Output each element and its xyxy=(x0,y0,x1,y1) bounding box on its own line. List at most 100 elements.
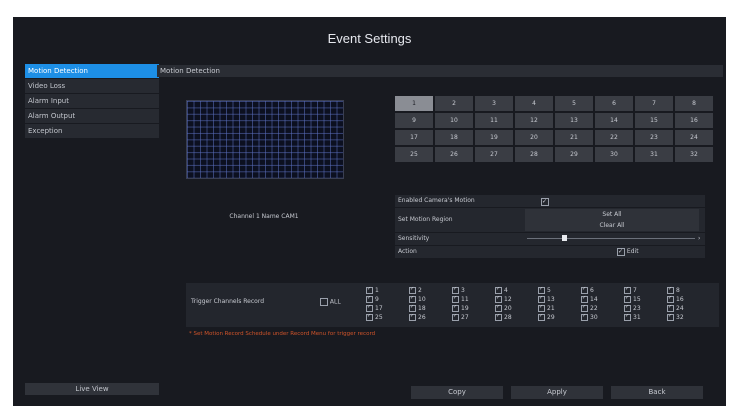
channel-button-19[interactable]: 19 xyxy=(475,130,513,145)
trigger-channel-10[interactable]: 10 xyxy=(409,294,452,304)
action-checkbox[interactable] xyxy=(617,246,625,258)
channel-button-25[interactable]: 25 xyxy=(395,147,433,162)
trigger-channel-checkbox[interactable] xyxy=(452,294,459,303)
channel-button-32[interactable]: 32 xyxy=(675,147,713,162)
sidebar-item-motion-detection[interactable]: Motion Detection xyxy=(25,64,159,78)
trigger-channel-27[interactable]: 27 xyxy=(452,312,495,322)
trigger-channel-21[interactable]: 21 xyxy=(538,303,581,313)
trigger-channel-checkbox[interactable] xyxy=(495,285,502,294)
channel-button-7[interactable]: 7 xyxy=(635,96,673,111)
channel-button-5[interactable]: 5 xyxy=(555,96,593,111)
trigger-channel-checkbox[interactable] xyxy=(409,303,416,312)
trigger-channel-15[interactable]: 15 xyxy=(624,294,667,304)
trigger-channel-checkbox[interactable] xyxy=(538,294,545,303)
trigger-channel-checkbox[interactable] xyxy=(538,285,545,294)
trigger-channel-9[interactable]: 9 xyxy=(366,294,409,304)
trigger-channel-18[interactable]: 18 xyxy=(409,303,452,313)
trigger-channel-1[interactable]: 1 xyxy=(366,285,409,295)
trigger-channel-12[interactable]: 12 xyxy=(495,294,538,304)
back-button[interactable]: Back xyxy=(611,386,703,399)
trigger-channel-checkbox[interactable] xyxy=(667,285,674,294)
channel-button-24[interactable]: 24 xyxy=(675,130,713,145)
trigger-channel-checkbox[interactable] xyxy=(581,294,588,303)
trigger-channel-8[interactable]: 8 xyxy=(667,285,710,295)
trigger-channel-6[interactable]: 6 xyxy=(581,285,624,295)
channel-button-28[interactable]: 28 xyxy=(515,147,553,162)
trigger-channel-checkbox[interactable] xyxy=(667,303,674,312)
trigger-channel-checkbox[interactable] xyxy=(667,312,674,321)
trigger-channel-31[interactable]: 31 xyxy=(624,312,667,322)
trigger-channel-checkbox[interactable] xyxy=(538,312,545,321)
sidebar-item-exception[interactable]: Exception xyxy=(25,124,159,138)
trigger-channel-checkbox[interactable] xyxy=(624,303,631,312)
trigger-channel-checkbox[interactable] xyxy=(538,303,545,312)
trigger-channel-checkbox[interactable] xyxy=(452,285,459,294)
trigger-channel-28[interactable]: 28 xyxy=(495,312,538,322)
trigger-all-checkbox[interactable] xyxy=(320,298,328,306)
channel-button-2[interactable]: 2 xyxy=(435,96,473,111)
channel-button-1[interactable]: 1 xyxy=(395,96,433,111)
sidebar-item-alarm-input[interactable]: Alarm Input xyxy=(25,94,159,108)
channel-button-8[interactable]: 8 xyxy=(675,96,713,111)
channel-button-18[interactable]: 18 xyxy=(435,130,473,145)
trigger-channel-13[interactable]: 13 xyxy=(538,294,581,304)
channel-button-17[interactable]: 17 xyxy=(395,130,433,145)
channel-button-15[interactable]: 15 xyxy=(635,113,673,128)
trigger-channel-checkbox[interactable] xyxy=(624,285,631,294)
channel-button-10[interactable]: 10 xyxy=(435,113,473,128)
trigger-channel-20[interactable]: 20 xyxy=(495,303,538,313)
trigger-channel-checkbox[interactable] xyxy=(366,303,373,312)
trigger-channel-checkbox[interactable] xyxy=(409,312,416,321)
trigger-channel-checkbox[interactable] xyxy=(495,294,502,303)
trigger-channel-checkbox[interactable] xyxy=(452,303,459,312)
channel-button-11[interactable]: 11 xyxy=(475,113,513,128)
trigger-channel-5[interactable]: 5 xyxy=(538,285,581,295)
live-view-button[interactable]: Live View xyxy=(25,383,159,395)
trigger-channel-32[interactable]: 32 xyxy=(667,312,710,322)
trigger-channel-checkbox[interactable] xyxy=(624,294,631,303)
sensitivity-slider-track[interactable] xyxy=(527,238,695,239)
trigger-channel-checkbox[interactable] xyxy=(581,312,588,321)
channel-button-13[interactable]: 13 xyxy=(555,113,593,128)
trigger-channel-7[interactable]: 7 xyxy=(624,285,667,295)
sidebar-item-video-loss[interactable]: Video Loss xyxy=(25,79,159,93)
trigger-channel-4[interactable]: 4 xyxy=(495,285,538,295)
trigger-channel-25[interactable]: 25 xyxy=(366,312,409,322)
trigger-channel-checkbox[interactable] xyxy=(366,294,373,303)
trigger-channel-16[interactable]: 16 xyxy=(667,294,710,304)
channel-button-30[interactable]: 30 xyxy=(595,147,633,162)
trigger-channel-checkbox[interactable] xyxy=(581,303,588,312)
trigger-channel-checkbox[interactable] xyxy=(495,303,502,312)
trigger-channel-checkbox[interactable] xyxy=(581,285,588,294)
trigger-channel-checkbox[interactable] xyxy=(624,312,631,321)
channel-button-27[interactable]: 27 xyxy=(475,147,513,162)
trigger-channel-checkbox[interactable] xyxy=(409,285,416,294)
channel-button-3[interactable]: 3 xyxy=(475,96,513,111)
channel-button-20[interactable]: 20 xyxy=(515,130,553,145)
action-edit-control[interactable]: Edit xyxy=(617,246,639,258)
trigger-channel-29[interactable]: 29 xyxy=(538,312,581,322)
trigger-channel-3[interactable]: 3 xyxy=(452,285,495,295)
set-all-button[interactable]: Set All xyxy=(525,209,699,220)
trigger-channel-checkbox[interactable] xyxy=(409,294,416,303)
trigger-channel-22[interactable]: 22 xyxy=(581,303,624,313)
trigger-channel-checkbox[interactable] xyxy=(495,312,502,321)
trigger-all-control[interactable]: ALL xyxy=(320,298,341,306)
trigger-channel-14[interactable]: 14 xyxy=(581,294,624,304)
trigger-channel-11[interactable]: 11 xyxy=(452,294,495,304)
copy-button[interactable]: Copy xyxy=(411,386,503,399)
channel-button-16[interactable]: 16 xyxy=(675,113,713,128)
trigger-channel-17[interactable]: 17 xyxy=(366,303,409,313)
motion-region-grid[interactable] xyxy=(186,100,344,179)
channel-button-9[interactable]: 9 xyxy=(395,113,433,128)
sidebar-item-alarm-output[interactable]: Alarm Output xyxy=(25,109,159,123)
trigger-channel-2[interactable]: 2 xyxy=(409,285,452,295)
channel-button-12[interactable]: 12 xyxy=(515,113,553,128)
channel-button-26[interactable]: 26 xyxy=(435,147,473,162)
channel-button-23[interactable]: 23 xyxy=(635,130,673,145)
trigger-channel-checkbox[interactable] xyxy=(366,312,373,321)
trigger-channel-checkbox[interactable] xyxy=(667,294,674,303)
clear-all-button[interactable]: Clear All xyxy=(525,220,699,231)
channel-button-14[interactable]: 14 xyxy=(595,113,633,128)
channel-button-22[interactable]: 22 xyxy=(595,130,633,145)
